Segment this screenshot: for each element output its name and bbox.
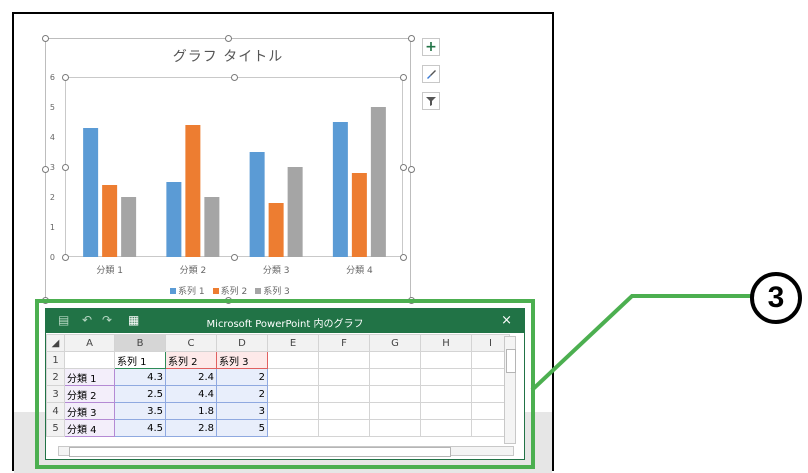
callout-number: 3 (750, 272, 802, 324)
callout-line (530, 294, 752, 392)
